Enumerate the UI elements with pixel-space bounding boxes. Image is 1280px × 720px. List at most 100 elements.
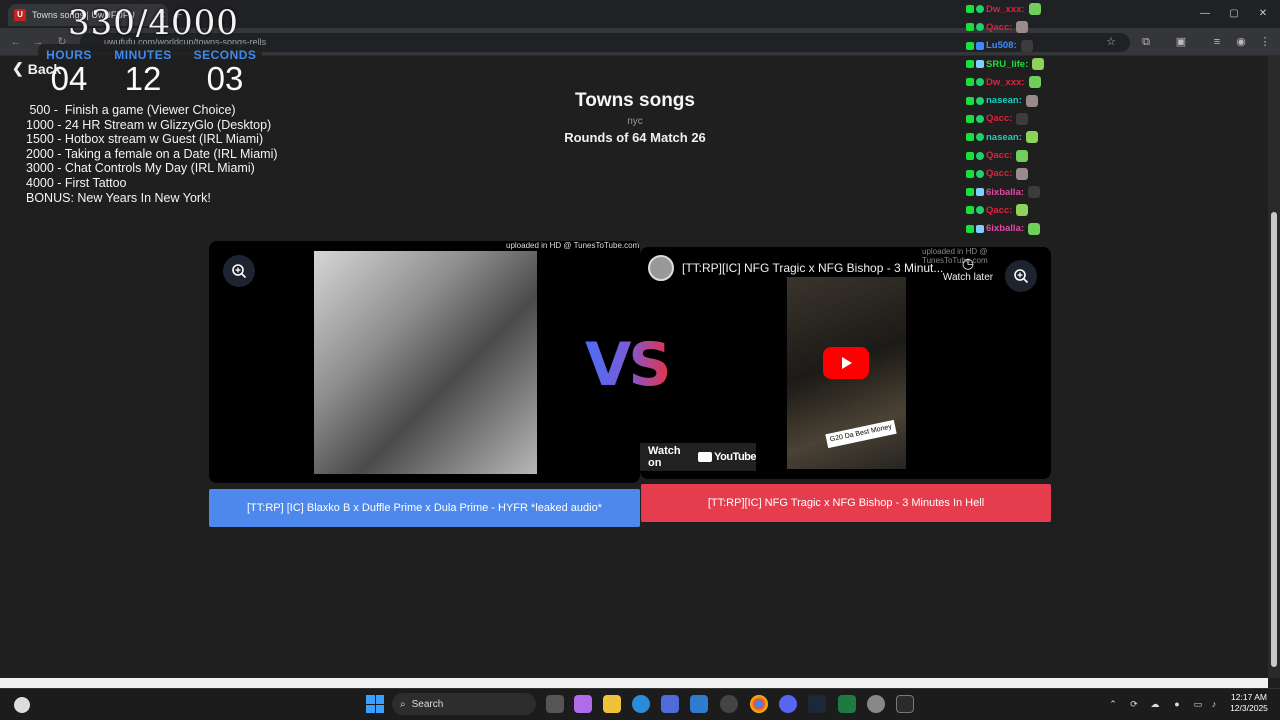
donation-counter: 330/4000	[68, 3, 239, 43]
kick-badge-icon	[966, 78, 974, 87]
clock-time: 12:17 AM	[1231, 692, 1267, 702]
goal-item: 500 - Finish a game (Viewer Choice)	[26, 103, 236, 117]
taskbar-clock[interactable]: 12:17 AM 12/3/2025	[1224, 692, 1274, 714]
kick-badge-icon	[966, 60, 974, 69]
chat-emote-icon	[1020, 39, 1033, 52]
chat-username: Qacc:	[986, 21, 1013, 33]
chat-emote-icon	[1025, 94, 1038, 107]
menu-kebab-icon[interactable]: ⋮	[1258, 35, 1272, 49]
task-view-icon[interactable]	[546, 695, 564, 713]
left-credit: uploaded in HD @ TunesToTube.com	[506, 241, 640, 250]
back-button[interactable]: ❮ Back	[12, 60, 61, 77]
app-icon[interactable]	[720, 695, 738, 713]
bookmark-star-icon[interactable]: ☆	[1104, 35, 1118, 49]
network-icon[interactable]: ▭	[1192, 698, 1204, 710]
tray-chevron-up-icon[interactable]: ⌃	[1107, 698, 1119, 710]
horizontal-scrollbar[interactable]	[0, 678, 1268, 688]
choose-right-button[interactable]: [TT:RP][IC] NFG Tragic x NFG Bishop - 3 …	[641, 484, 1051, 522]
kick-badge-icon	[966, 151, 974, 160]
tray-sync-icon[interactable]: ⟳	[1128, 698, 1140, 710]
page-subtitle: nyc	[627, 116, 643, 127]
settings-gear-icon[interactable]	[867, 695, 885, 713]
excel-icon[interactable]	[838, 695, 856, 713]
kick-badge-icon	[966, 133, 974, 142]
scrollbar-thumb[interactable]	[1271, 212, 1277, 667]
chat-message: nasean:	[966, 128, 1076, 146]
maximize-icon[interactable]: ▢	[1224, 6, 1244, 22]
chat-message: Qacc:	[966, 18, 1076, 36]
chrome-icon[interactable]	[750, 695, 768, 713]
watch-on-label: Watch on	[648, 445, 681, 469]
kick-badge-icon	[966, 169, 974, 178]
search-icon: ⌕	[400, 698, 406, 710]
chat-badge-icon	[976, 96, 984, 105]
watch-on-youtube-button[interactable]: Watch on YouTube	[640, 443, 756, 471]
uwufufu-favicon-icon: U	[14, 9, 26, 21]
taskbar-search[interactable]: ⌕ Search	[392, 693, 536, 715]
search-label: Search	[411, 698, 444, 710]
chat-message: Qacc:	[966, 146, 1076, 164]
epic-games-icon[interactable]	[896, 695, 914, 713]
store-icon[interactable]	[661, 695, 679, 713]
tray-cloud-icon[interactable]: ☁	[1149, 698, 1161, 710]
chevron-left-icon: ❮	[12, 60, 24, 76]
chat-message: 6ixballa:	[966, 220, 1076, 238]
chat-username: 6ixballa:	[986, 186, 1025, 198]
chat-message: Dw_xxx:	[966, 73, 1076, 91]
profile-icon[interactable]: ◉	[1234, 35, 1248, 49]
edge-icon[interactable]	[632, 695, 650, 713]
chat-username: nasean:	[986, 95, 1022, 107]
chat-badge-icon	[976, 169, 984, 178]
kick-badge-icon	[966, 41, 974, 50]
chat-overlay: Dw_xxx: Qacc: Lu508: SRU_life: Dw_xxx: nasean…	[966, 0, 1076, 238]
media-controls-icon[interactable]: ≡	[1210, 35, 1224, 49]
kick-badge-icon	[966, 188, 974, 197]
cover-image	[314, 251, 537, 474]
minimize-icon[interactable]: —	[1195, 6, 1215, 22]
copilot-icon[interactable]	[574, 695, 592, 713]
chat-badge-icon	[976, 133, 984, 142]
watch-later-button[interactable]: ◷ Watch later	[938, 255, 998, 283]
chat-badge-icon	[976, 23, 984, 32]
microphone-icon[interactable]: ●	[1171, 698, 1183, 710]
chat-emote-icon	[1032, 58, 1045, 71]
kick-badge-icon	[966, 23, 974, 32]
kick-badge-icon	[966, 96, 974, 105]
start-button[interactable]	[366, 695, 384, 713]
chat-badge-icon	[976, 41, 984, 50]
chat-username: Dw_xxx:	[986, 76, 1025, 88]
goals-list: 500 - Finish a game (Viewer Choice) 1000 …	[26, 103, 278, 205]
chat-badge-icon	[976, 5, 984, 14]
extensions-icon[interactable]: ⧉	[1139, 35, 1153, 49]
youtube-embed[interactable]: uploaded in HD @ TunesToTube.com G20 Da …	[640, 247, 1051, 479]
choose-left-button[interactable]: [TT:RP] [IC] Blaxko B x Duffle Prime x D…	[209, 489, 640, 527]
chat-emote-icon	[1016, 21, 1029, 34]
seconds-value: 03	[206, 60, 244, 97]
play-button[interactable]	[823, 347, 869, 379]
chat-username: 6ixballa:	[986, 223, 1025, 235]
file-explorer-icon[interactable]	[603, 695, 621, 713]
discord-icon[interactable]	[779, 695, 797, 713]
channel-avatar[interactable]	[648, 255, 674, 281]
zoom-in-icon[interactable]	[223, 255, 255, 287]
chat-badge-icon	[976, 60, 984, 69]
chat-emote-icon	[1028, 76, 1041, 89]
left-media-panel[interactable]: uploaded in HD @ TunesToTube.com	[209, 241, 640, 483]
chat-message: SRU_life:	[966, 55, 1076, 73]
zoom-in-icon[interactable]	[1005, 260, 1037, 292]
chat-emote-icon	[1016, 112, 1029, 125]
close-window-icon[interactable]: ✕	[1253, 6, 1273, 22]
video-title[interactable]: [TT:RP][IC] NFG Tragic x NFG Bishop - 3 …	[682, 261, 952, 275]
chat-badge-icon	[976, 188, 984, 197]
chat-message: nasean:	[966, 91, 1076, 109]
timer-minutes: MINUTES 12	[107, 48, 179, 98]
widgets-icon[interactable]	[14, 697, 30, 713]
volume-icon[interactable]: ♪	[1208, 698, 1220, 710]
steam-icon[interactable]	[808, 695, 826, 713]
chat-badge-icon	[976, 78, 984, 87]
mail-icon[interactable]	[690, 695, 708, 713]
kick-badge-icon	[966, 114, 974, 123]
back-arrow-icon[interactable]: ←	[8, 34, 24, 50]
youtube-play-icon	[698, 452, 713, 462]
sidebar-icon[interactable]: ▣	[1174, 35, 1188, 49]
